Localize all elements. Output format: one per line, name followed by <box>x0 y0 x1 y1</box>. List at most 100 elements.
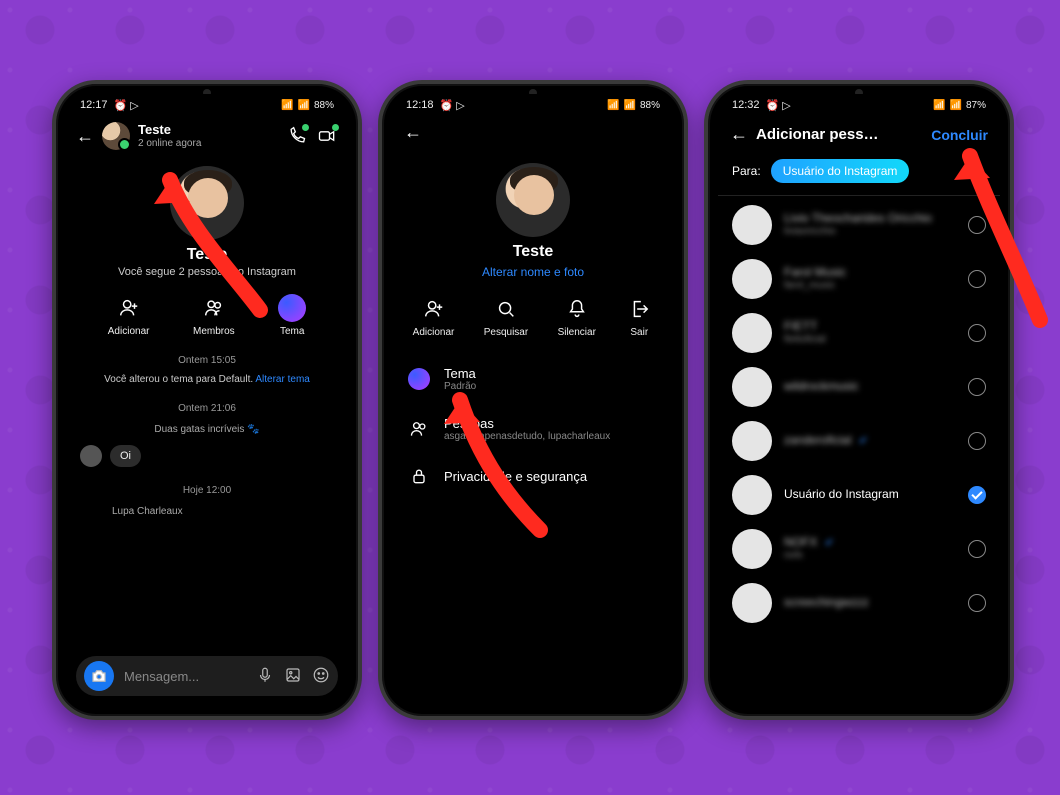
system-message-1: Você alterou o tema para Default. Altera… <box>66 374 348 385</box>
group-avatar-large <box>170 166 244 240</box>
video-call-icon[interactable] <box>316 125 338 147</box>
leave-action[interactable]: Sair <box>625 295 653 338</box>
people-row-value: asgatasapenasdetudo, lupacharleaux <box>444 431 610 442</box>
user-info: Usuário do Instagram <box>784 488 956 502</box>
status-icons: ⏰ ▷ <box>440 99 465 112</box>
wifi-icon: 📶 <box>281 100 293 111</box>
group-name: Teste <box>66 246 348 264</box>
add-member-action[interactable]: Adicionar <box>413 295 455 338</box>
composer[interactable]: Mensagem... <box>76 656 338 696</box>
user-radio[interactable] <box>968 324 986 342</box>
group-avatar-small[interactable] <box>102 122 130 150</box>
user-row[interactable]: Farol Musicfarol_music <box>718 252 1000 306</box>
status-battery: 88% <box>640 100 660 111</box>
user-row[interactable]: FIETTfiettoficial <box>718 306 1000 360</box>
members-action[interactable]: Membros <box>193 294 235 337</box>
message-bubble[interactable]: Oi <box>110 445 141 467</box>
theme-action[interactable]: Tema <box>278 294 306 337</box>
user-info: Livio Theocharides Oricchioliviaoricchio <box>784 212 956 237</box>
user-radio-checked[interactable] <box>968 486 986 504</box>
user-row[interactable]: zanderoficial ✔ <box>718 414 1000 468</box>
search-label: Pesquisar <box>484 327 528 338</box>
theme-swatch-icon <box>408 368 430 390</box>
group-name: Teste <box>392 243 674 261</box>
theme-row-value: Padrão <box>444 381 476 392</box>
status-battery: 87% <box>966 100 986 111</box>
signal-icon: 📶 <box>298 100 310 111</box>
status-time: 12:17 <box>80 99 108 111</box>
add-member-action[interactable]: Adicionar <box>108 294 150 337</box>
phone-3-frame: 12:32 ⏰ ▷ 📶 📶 87% ← Adicionar pess… Conc… <box>704 80 1014 720</box>
user-handle: fiettoficial <box>784 334 956 346</box>
timestamp-1: Ontem 15:05 <box>66 355 348 366</box>
audio-call-icon[interactable] <box>286 125 308 147</box>
user-info: zanderoficial ✔ <box>784 434 956 448</box>
camera-icon[interactable] <box>84 661 114 691</box>
user-info: NOFX ✔nofx <box>784 536 956 561</box>
status-icons: ⏰ ▷ <box>766 99 791 112</box>
mute-action[interactable]: Silenciar <box>558 295 596 338</box>
user-row[interactable]: Livio Theocharides Oricchioliviaoricchio <box>718 198 1000 252</box>
change-theme-link[interactable]: Alterar tema <box>255 374 309 385</box>
status-battery: 88% <box>314 100 334 111</box>
screen-title: Adicionar pess… <box>756 126 923 143</box>
user-radio[interactable] <box>968 540 986 558</box>
back-icon[interactable]: ← <box>76 126 94 147</box>
user-radio[interactable] <box>968 216 986 234</box>
lock-icon <box>408 466 430 486</box>
back-icon[interactable]: ← <box>730 124 748 145</box>
privacy-row[interactable]: Privacidade e segurança <box>392 454 674 498</box>
para-label: Para: <box>732 164 761 178</box>
user-info: wildrockmusic <box>784 380 956 394</box>
user-row[interactable]: screechingwzzz <box>718 576 1000 630</box>
user-info: Farol Musicfarol_music <box>784 266 956 291</box>
thread-name: Duas gatas incríveis 🐾 <box>66 424 348 435</box>
user-row[interactable]: Usuário do Instagram <box>718 468 1000 522</box>
gallery-icon[interactable] <box>284 666 302 687</box>
sticker-icon[interactable] <box>312 666 330 687</box>
user-row[interactable]: wildrockmusic <box>718 360 1000 414</box>
user-name: wildrockmusic <box>784 380 956 394</box>
privacy-row-label: Privacidade e segurança <box>444 469 587 484</box>
message-avatar[interactable] <box>80 445 102 467</box>
chat-title-block[interactable]: Teste 2 online agora <box>138 123 278 148</box>
status-bar: 12:32 ⏰ ▷ 📶 📶 87% <box>718 94 1000 116</box>
people-icon <box>408 419 430 439</box>
sender-name: Lupa Charleaux <box>112 506 348 517</box>
user-radio[interactable] <box>968 594 986 612</box>
status-time: 12:32 <box>732 99 760 111</box>
verified-badge-icon: ✔ <box>825 537 834 549</box>
user-row[interactable]: NOFX ✔nofx <box>718 522 1000 576</box>
mic-icon[interactable] <box>256 666 274 687</box>
divider <box>718 195 1000 196</box>
selected-user-pill[interactable]: Usuário do Instagram <box>771 159 910 183</box>
status-bar: 12:17 ⏰ ▷ 📶 📶 88% <box>66 94 348 116</box>
user-name: Farol Music <box>784 266 956 280</box>
signal-icon: 📶 <box>950 100 962 111</box>
wifi-icon: 📶 <box>607 100 619 111</box>
timestamp-2: Ontem 21:06 <box>66 403 348 414</box>
user-avatar <box>732 529 772 569</box>
theme-row[interactable]: Tema Padrão <box>392 354 674 404</box>
search-action[interactable]: Pesquisar <box>484 295 528 338</box>
user-radio[interactable] <box>968 432 986 450</box>
chat-title: Teste <box>138 123 278 137</box>
user-avatar <box>732 475 772 515</box>
done-button[interactable]: Concluir <box>931 127 988 143</box>
phone-1-frame: 12:17 ⏰ ▷ 📶 📶 88% ← Teste 2 online agora <box>52 80 362 720</box>
people-row[interactable]: Pessoas asgatasapenasdetudo, lupacharlea… <box>392 404 674 454</box>
user-avatar <box>732 313 772 353</box>
user-handle: farol_music <box>784 280 956 292</box>
back-icon[interactable]: ← <box>404 122 422 142</box>
add-member-label: Adicionar <box>108 326 150 337</box>
user-list[interactable]: Livio Theocharides Oricchioliviaoricchio… <box>718 198 1000 630</box>
group-avatar-large[interactable] <box>496 163 570 237</box>
composer-input[interactable]: Mensagem... <box>124 669 246 684</box>
status-time: 12:18 <box>406 99 434 111</box>
leave-label: Sair <box>630 327 648 338</box>
add-member-label: Adicionar <box>413 327 455 338</box>
user-radio[interactable] <box>968 378 986 396</box>
change-name-photo-link[interactable]: Alterar nome e foto <box>392 265 674 279</box>
user-radio[interactable] <box>968 270 986 288</box>
user-avatar <box>732 367 772 407</box>
